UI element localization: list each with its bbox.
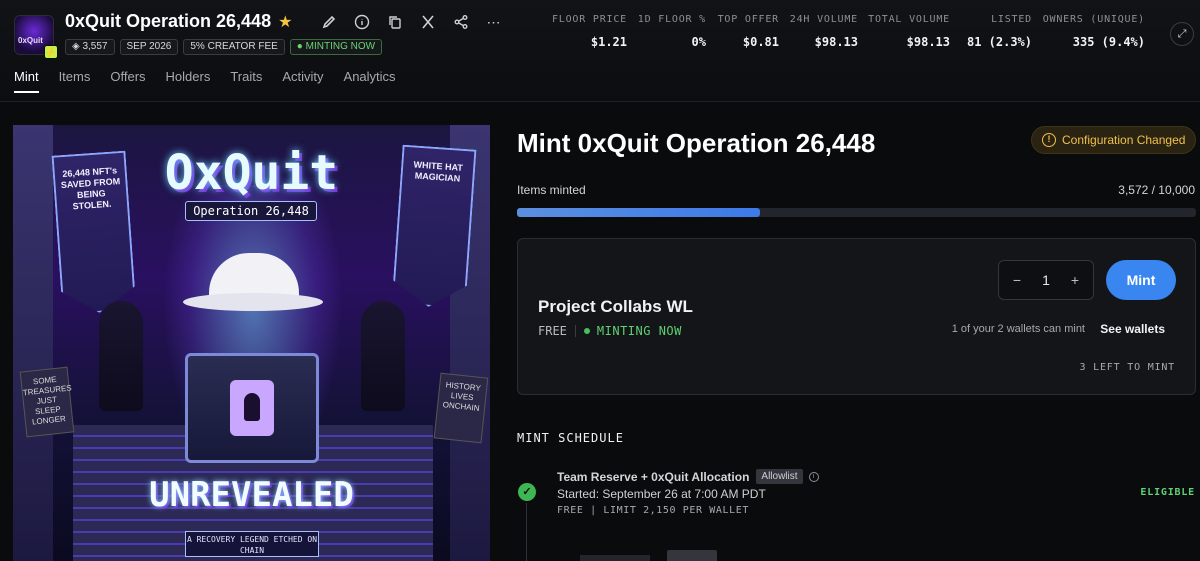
title-row: 0xQuit Operation 26,448 ★ (65, 11, 292, 32)
phase-meta: FREE MINTING NOW (538, 324, 682, 338)
decrease-quantity-button[interactable]: − (1009, 272, 1025, 288)
artwork-sign-right: HISTORY LIVES ONCHAIN (433, 372, 489, 444)
stat-1d-floor: 1D FLOOR % 0% (637, 14, 706, 49)
eligible-status: ELIGIBLE (1140, 487, 1195, 498)
verified-badge-icon: ⚡ (44, 45, 58, 59)
tab-items[interactable]: Items (59, 69, 91, 93)
artwork-subtitle: Operation 26,448 (185, 201, 317, 221)
phase-name: Project Collabs WL (538, 297, 693, 316)
increase-quantity-button[interactable]: + (1067, 272, 1083, 288)
stats-bar: FLOOR PRICE $1.21 1D FLOOR % 0% TOP OFFER $… (551, 14, 1145, 54)
config-badge-label: Configuration Changed (1062, 133, 1186, 147)
artwork-hooded-figure-right (361, 301, 405, 411)
info-icon[interactable]: i (808, 471, 819, 482)
stat-floor-price: FLOOR PRICE $1.21 (551, 14, 627, 49)
items-count-chip: ◈ 3,557 (65, 39, 115, 55)
allowlist-badge: Allowlist (756, 469, 803, 484)
left-to-mint: 3 LEFT TO MINT (1079, 362, 1175, 373)
artwork-legend-text: A RECOVERY LEGEND ETCHED ON CHAIN (185, 531, 319, 557)
stat-top-offer: TOP OFFER $0.81 (717, 14, 779, 49)
items-minted-value: 3,572 / 10,000 (1118, 183, 1195, 197)
see-wallets-link[interactable]: See wallets (1100, 322, 1165, 336)
phase-divider (574, 325, 576, 337)
collection-header: 0xQuit ⚡ 0xQuit Operation 26,448 ★ ⋯ ◈ 3… (0, 0, 1200, 102)
x-twitter-icon[interactable] (411, 12, 444, 32)
mint-title: Mint 0xQuit Operation 26,448 (517, 128, 876, 158)
phase-status: MINTING NOW (596, 324, 682, 338)
favorite-star-icon[interactable]: ★ (278, 12, 292, 32)
artwork-logo: OxQuit (164, 145, 339, 201)
minting-status-dot-icon (583, 328, 590, 334)
collection-title: 0xQuit Operation 26,448 (65, 11, 272, 31)
next-schedule-entry-title (580, 555, 650, 561)
configuration-changed-badge[interactable]: ! Configuration Changed (1031, 126, 1197, 154)
collection-artwork: 26,448 NFT's SAVED FROM BEING STOLEN. WH… (13, 125, 490, 561)
tab-activity[interactable]: Activity (282, 69, 323, 93)
items-minted-label: Items minted (517, 183, 586, 197)
collection-tabs: Mint Items Offers Holders Traits Activit… (14, 69, 416, 93)
stat-listed: LISTED 81 (2.3%) (966, 14, 1032, 49)
schedule-entry-name: Team Reserve + 0xQuit Allocation Allowli… (557, 469, 819, 484)
wallet-eligibility-note: 1 of your 2 wallets can mint (951, 323, 1085, 335)
status-chip: ● MINTING NOW (289, 39, 383, 55)
schedule-entry-limit: FREE | LIMIT 2,150 PER WALLET (557, 505, 749, 516)
artwork-hat-brim (183, 293, 323, 311)
quantity-value[interactable]: 1 (1042, 272, 1050, 288)
artwork-hooded-figure-left (99, 301, 143, 411)
more-options-icon[interactable]: ⋯ (477, 12, 510, 32)
artwork-keyhole (244, 393, 260, 421)
creator-fee-chip: 5% CREATOR FEE (183, 39, 285, 55)
copy-icon[interactable] (378, 12, 411, 32)
schedule-entry-start: Started: September 26 at 7:00 AM PDT (557, 487, 766, 501)
warning-icon: ! (1042, 133, 1056, 147)
info-icon[interactable] (345, 12, 378, 32)
schedule-timeline-line (526, 503, 527, 561)
expand-icon[interactable]: ⤢ (1170, 22, 1194, 46)
mint-schedule-title: MINT SCHEDULE (517, 431, 624, 445)
next-schedule-entry-badge (667, 550, 717, 561)
share-icon[interactable] (444, 12, 477, 32)
stat-owners: OWNERS (UNIQUE) 335 (9.4%) (1042, 14, 1145, 49)
collection-chips: ◈ 3,557 SEP 2026 5% CREATOR FEE ● MINTIN… (65, 39, 383, 55)
schedule-entry-title: Team Reserve + 0xQuit Allocation (557, 469, 750, 484)
stat-total-volume: TOTAL VOLUME $98.13 (868, 14, 950, 49)
tab-holders[interactable]: Holders (166, 69, 211, 93)
mint-progress-fill (517, 208, 760, 217)
stat-24h-volume: 24H VOLUME $98.13 (789, 14, 858, 49)
check-icon: ✓ (518, 483, 536, 501)
phase-price: FREE (538, 324, 567, 338)
mint-button[interactable]: Mint (1106, 260, 1176, 300)
header-actions: ⋯ (312, 12, 510, 32)
tab-mint[interactable]: Mint (14, 69, 39, 93)
date-chip: SEP 2026 (119, 39, 179, 55)
tab-analytics[interactable]: Analytics (344, 69, 396, 93)
quantity-stepper[interactable]: − 1 + (998, 260, 1094, 300)
artwork-unrevealed-text: UNREVEALED (149, 475, 354, 515)
edit-pencil-icon[interactable] (312, 12, 345, 32)
tab-traits[interactable]: Traits (230, 69, 262, 93)
tab-offers[interactable]: Offers (110, 69, 145, 93)
artwork-sign-left: SOME TREASURES JUST SLEEP LONGER (19, 366, 75, 438)
mint-progress-bar (517, 208, 1196, 217)
mint-phase-card: − 1 + Mint Project Collabs WL FREE MINTI… (517, 238, 1196, 395)
logo-text: 0xQuit (18, 36, 43, 45)
